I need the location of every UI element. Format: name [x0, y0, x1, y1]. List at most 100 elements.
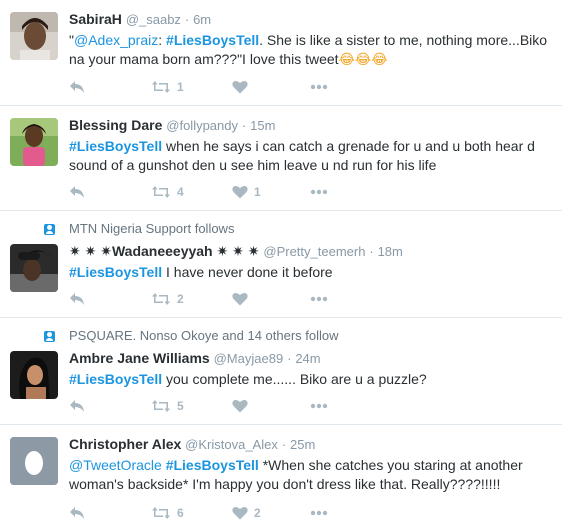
- follower-context-icon: [44, 331, 55, 342]
- retweet-icon: [152, 186, 170, 198]
- like-button[interactable]: [232, 396, 254, 416]
- retweet-count: 1: [177, 80, 184, 94]
- tweet-item[interactable]: PSQUARE. Nonso Okoye and 14 others follo…: [0, 318, 562, 425]
- retweet-icon: [152, 293, 170, 305]
- retweet-icon: [152, 507, 170, 519]
- separator-dot: ·: [369, 244, 374, 259]
- tweet-header: SabiraH @_saabz · 6m: [69, 10, 554, 29]
- more-button[interactable]: [310, 503, 328, 523]
- more-dots-icon: [310, 403, 328, 409]
- tweet-actions: 6 2: [69, 503, 369, 523]
- separator-dot: ·: [184, 12, 190, 27]
- more-button[interactable]: [310, 396, 328, 416]
- retweet-count: 5: [177, 399, 184, 413]
- retweet-button[interactable]: 5: [151, 396, 184, 416]
- tweet-item[interactable]: SabiraH @_saabz · 6m "@Adex_praiz: #Lies…: [0, 0, 562, 106]
- avatar[interactable]: [10, 12, 58, 60]
- reply-icon: [70, 507, 84, 519]
- tweet-text: #LiesBoysTell you complete me...... Biko…: [69, 371, 427, 387]
- tweet-text: #LiesBoysTell when he says i can catch a…: [69, 138, 535, 173]
- tweet-text: "@Adex_praiz: #LiesBoysTell. She is like…: [69, 32, 548, 67]
- reply-button[interactable]: [69, 289, 85, 309]
- hashtag-link[interactable]: #LiesBoysTell: [69, 264, 162, 280]
- author-name[interactable]: Blessing Dare: [69, 117, 162, 133]
- more-dots-icon: [310, 510, 328, 516]
- social-context[interactable]: MTN Nigeria Support follows: [69, 221, 234, 237]
- default-egg-avatar-icon: [10, 437, 58, 485]
- separator-dot: ·: [241, 118, 247, 133]
- tweet-text: #LiesBoysTell I have never done it befor…: [69, 264, 333, 280]
- heart-icon: [232, 81, 248, 94]
- reply-button[interactable]: [69, 77, 85, 97]
- reply-button[interactable]: [69, 396, 85, 416]
- like-button[interactable]: 1: [232, 182, 261, 202]
- retweet-count: 2: [177, 292, 184, 306]
- author-name[interactable]: Christopher Alex: [69, 436, 181, 452]
- tweet-actions: 2: [69, 289, 369, 309]
- author-username[interactable]: @Pretty_teemerh: [263, 244, 365, 259]
- retweet-button[interactable]: 4: [151, 182, 184, 202]
- author-username[interactable]: @_saabz: [126, 12, 181, 27]
- author-name[interactable]: SabiraH: [69, 11, 122, 27]
- more-dots-icon: [310, 189, 328, 195]
- like-button[interactable]: 2: [232, 503, 261, 523]
- more-button[interactable]: [310, 77, 328, 97]
- tweet-actions: 1: [69, 77, 369, 97]
- heart-icon: [232, 507, 248, 520]
- tweet-timestamp[interactable]: 25m: [290, 437, 315, 452]
- more-button[interactable]: [310, 289, 328, 309]
- social-context[interactable]: PSQUARE. Nonso Okoye and 14 others follo…: [69, 328, 339, 344]
- hashtag-link[interactable]: #LiesBoysTell: [69, 371, 162, 387]
- hashtag-link[interactable]: #LiesBoysTell: [166, 32, 259, 48]
- mention-link[interactable]: @TweetOracle: [69, 457, 162, 473]
- heart-icon: [232, 293, 248, 306]
- heart-icon: [232, 186, 248, 199]
- avatar[interactable]: [10, 118, 58, 166]
- tweet-actions: 5: [69, 396, 369, 416]
- hashtag-link[interactable]: #LiesBoysTell: [69, 138, 162, 154]
- retweet-count: 4: [177, 185, 184, 199]
- tweet-text: @TweetOracle #LiesBoysTell *When she cat…: [69, 457, 523, 492]
- like-button[interactable]: [232, 77, 254, 97]
- author-name[interactable]: Ambre Jane Williams: [69, 350, 210, 366]
- reply-icon: [70, 81, 84, 93]
- avatar[interactable]: [10, 351, 58, 399]
- mention-link[interactable]: @Adex_praiz: [74, 32, 158, 48]
- reply-button[interactable]: [69, 182, 85, 202]
- author-name[interactable]: ✷ ✷ ✷Wadaneeeyyah ✷ ✷ ✷: [69, 243, 259, 259]
- heart-icon: [232, 400, 248, 413]
- retweet-count: 6: [177, 506, 184, 520]
- tweet-timestamp[interactable]: 15m: [250, 118, 275, 133]
- author-username[interactable]: @follypandy: [166, 118, 238, 133]
- separator-dot: ·: [281, 437, 287, 452]
- reply-icon: [70, 400, 84, 412]
- tweet-header: ✷ ✷ ✷Wadaneeeyyah ✷ ✷ ✷ @Pretty_teemerh …: [69, 242, 554, 261]
- like-count: 1: [254, 185, 261, 199]
- retweet-button[interactable]: 2: [151, 289, 184, 309]
- more-dots-icon: [310, 296, 328, 302]
- tweet-timestamp[interactable]: 24m: [295, 351, 320, 366]
- hashtag-link[interactable]: #LiesBoysTell: [166, 457, 259, 473]
- author-username[interactable]: @Mayjae89: [214, 351, 284, 366]
- author-username[interactable]: @Kristova_Alex: [185, 437, 278, 452]
- tweet-item[interactable]: MTN Nigeria Support follows ✷ ✷ ✷Wadanee…: [0, 211, 562, 318]
- reply-icon: [70, 186, 84, 198]
- like-button[interactable]: [232, 289, 254, 309]
- retweet-icon: [152, 81, 170, 93]
- more-dots-icon: [310, 84, 328, 90]
- avatar[interactable]: [10, 244, 58, 292]
- avatar[interactable]: [10, 437, 58, 485]
- tweet-timestamp[interactable]: 6m: [193, 12, 211, 27]
- tweet-header: Blessing Dare @follypandy · 15m: [69, 116, 554, 135]
- tweet-timestamp[interactable]: 18m: [378, 244, 403, 259]
- reply-button[interactable]: [69, 503, 85, 523]
- tweet-item[interactable]: Blessing Dare @follypandy · 15m #LiesBoy…: [0, 106, 562, 211]
- reply-icon: [70, 293, 84, 305]
- like-count: 2: [254, 506, 261, 520]
- emoji: 😂😂😂: [338, 51, 388, 67]
- retweet-button[interactable]: 6: [151, 503, 184, 523]
- follower-context-icon: [44, 224, 55, 235]
- tweet-item[interactable]: Christopher Alex @Kristova_Alex · 25m @T…: [0, 425, 562, 531]
- retweet-button[interactable]: 1: [151, 77, 184, 97]
- more-button[interactable]: [310, 182, 328, 202]
